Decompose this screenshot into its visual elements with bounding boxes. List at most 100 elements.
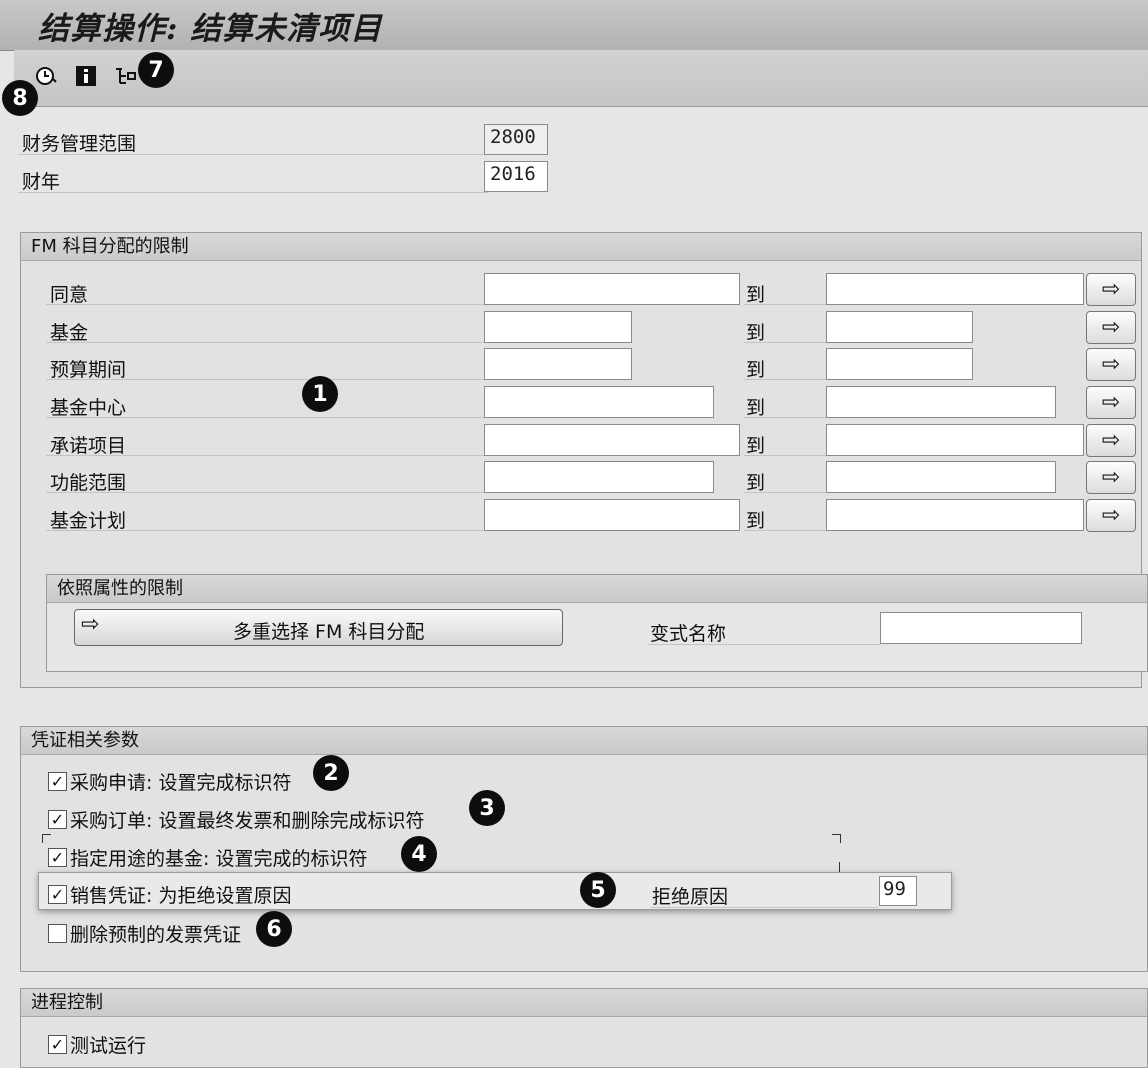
variant-label: 变式名称: [650, 623, 727, 645]
doc-param-item-1[interactable]: ✓ 采购订单: 设置最终发票和删除完成标识符: [48, 806, 424, 833]
doc-param-checkbox[interactable]: ✓: [48, 772, 67, 791]
fm-row-low-field[interactable]: [484, 499, 740, 531]
multi-select-fm-label: 多重选择 FM 科目分配: [233, 621, 425, 643]
application-toolbar: [14, 50, 1148, 107]
fm-row-low-field[interactable]: [484, 311, 632, 343]
to-label: 到: [746, 472, 766, 494]
fm-row-to: 到: [744, 276, 826, 306]
fm-row-to: 到: [744, 351, 826, 381]
fm-row-high-field[interactable]: [826, 348, 973, 380]
reject-reason-label: 拒绝原因: [652, 886, 729, 908]
arrow-right-icon: ⇨: [1101, 465, 1121, 490]
execute-clock-icon[interactable]: [34, 64, 58, 88]
fm-row-5: 功能范围: [46, 464, 484, 494]
fiscal-year-row: 财年: [18, 162, 488, 193]
doc-param-checkbox[interactable]: [48, 924, 67, 943]
fm-row-high-field[interactable]: [826, 461, 1056, 493]
doc-param-item-4[interactable]: 删除预制的发票凭证: [48, 920, 241, 947]
doc-param-item-3[interactable]: ✓ 销售凭证: 为拒绝设置原因: [48, 881, 291, 908]
fm-area-label: 财务管理范围: [22, 133, 137, 155]
doc-param-checkbox[interactable]: ✓: [48, 810, 67, 829]
to-label: 到: [746, 510, 766, 532]
fm-row-1: 基金: [46, 314, 484, 344]
check-icon: ✓: [50, 809, 65, 829]
fm-row-high-field[interactable]: [826, 386, 1056, 418]
to-label: 到: [746, 322, 766, 344]
multiple-selection-button[interactable]: ⇨: [1086, 499, 1136, 532]
callout-5: 5: [580, 872, 616, 908]
attribute-restrictions-title: 依照属性的限制: [47, 575, 1147, 603]
fm-row-to: 到: [744, 427, 826, 457]
fm-row-label: 功能范围: [50, 472, 127, 494]
fm-area-field[interactable]: 2800: [484, 124, 548, 155]
callout-3: 3: [469, 790, 505, 826]
fm-row-high-field[interactable]: [826, 499, 1084, 531]
multi-select-fm-button[interactable]: ⇨ 多重选择 FM 科目分配: [74, 609, 563, 646]
doc-param-checkbox[interactable]: ✓: [48, 885, 67, 904]
doc-param-item-0[interactable]: ✓ 采购申请: 设置完成标识符: [48, 768, 291, 795]
info-icon[interactable]: [74, 64, 98, 88]
check-icon: ✓: [50, 1034, 65, 1054]
multiple-selection-button[interactable]: ⇨: [1086, 273, 1136, 306]
fm-row-label: 基金计划: [50, 510, 127, 532]
highlight-corner-tr: [832, 834, 841, 843]
fm-row-to: 到: [744, 314, 826, 344]
fm-row-low-field[interactable]: [484, 424, 740, 456]
page-title: 结算操作: 结算未清项目: [38, 11, 383, 47]
variant-name-field[interactable]: [880, 612, 1082, 644]
fm-row-4: 承诺项目: [46, 427, 484, 457]
multiple-selection-button[interactable]: ⇨: [1086, 311, 1136, 344]
fm-row-label: 基金: [50, 322, 89, 344]
fiscal-year-label: 财年: [22, 171, 61, 193]
program-tree-icon[interactable]: [114, 64, 138, 88]
fm-row-high-field[interactable]: [826, 311, 973, 343]
fm-row-high-field[interactable]: [826, 273, 1084, 305]
fm-row-to: 到: [744, 464, 826, 494]
doc-param-label: 销售凭证: 为拒绝设置原因: [70, 885, 292, 907]
to-label: 到: [746, 397, 766, 419]
fm-row-low-field[interactable]: [484, 386, 714, 418]
check-icon: ✓: [50, 847, 65, 867]
to-label: 到: [746, 284, 766, 306]
fm-row-low-field[interactable]: [484, 461, 714, 493]
fm-row-label: 基金中心: [50, 397, 127, 419]
fm-row-label: 同意: [50, 284, 89, 306]
multiple-selection-button[interactable]: ⇨: [1086, 424, 1136, 457]
fiscal-year-field[interactable]: 2016: [484, 161, 548, 192]
doc-param-label: 指定用途的基金: 设置完成的标识符: [70, 848, 368, 870]
doc-param-item-2[interactable]: ✓ 指定用途的基金: 设置完成的标识符: [48, 844, 367, 871]
arrow-right-icon: ⇨: [1101, 428, 1121, 453]
fm-row-high-field[interactable]: [826, 424, 1084, 456]
multiple-selection-button[interactable]: ⇨: [1086, 386, 1136, 419]
check-icon: ✓: [50, 884, 65, 904]
doc-params-title: 凭证相关参数: [21, 727, 1147, 755]
highlight-tick: [839, 862, 840, 872]
variant-row: 变式名称: [648, 614, 880, 645]
doc-param-checkbox[interactable]: ✓: [48, 848, 67, 867]
doc-param-label: 删除预制的发票凭证: [70, 924, 242, 946]
fm-row-low-field[interactable]: [484, 273, 740, 305]
callout-1: 1: [302, 376, 338, 412]
fm-row-to: 到: [744, 502, 826, 532]
arrow-right-icon: ⇨: [1101, 503, 1121, 528]
callout-6: 6: [256, 911, 292, 947]
reject-reason-field[interactable]: 99: [879, 876, 917, 906]
fm-row-to: 到: [744, 389, 826, 419]
reject-reason-row: 拒绝原因: [650, 877, 878, 908]
arrow-right-icon: ⇨: [1101, 390, 1121, 415]
test-run-checkbox[interactable]: ✓: [48, 1035, 67, 1054]
fm-row-6: 基金计划: [46, 502, 484, 532]
arrow-right-icon: ⇨: [1101, 315, 1121, 340]
to-label: 到: [746, 359, 766, 381]
multiple-selection-button[interactable]: ⇨: [1086, 348, 1136, 381]
callout-4: 4: [401, 836, 437, 872]
callout-2: 2: [313, 755, 349, 791]
arrow-right-icon: ⇨: [81, 612, 100, 637]
multiple-selection-button[interactable]: ⇨: [1086, 461, 1136, 494]
fm-row-label: 预算期间: [50, 359, 127, 381]
doc-param-label: 采购申请: 设置完成标识符: [70, 772, 292, 794]
check-icon: ✓: [50, 771, 65, 791]
to-label: 到: [746, 435, 766, 457]
fm-row-low-field[interactable]: [484, 348, 632, 380]
process-control-group: 进程控制: [20, 988, 1148, 1068]
